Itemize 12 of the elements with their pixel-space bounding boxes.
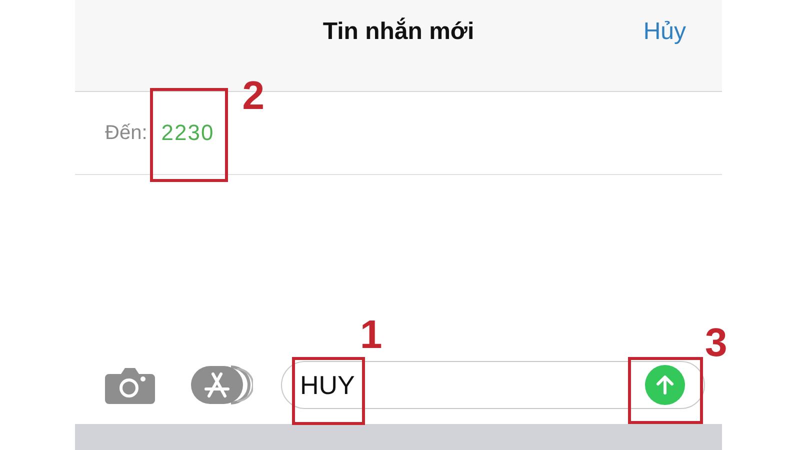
step-number: 2 [242,76,264,116]
send-button[interactable] [645,365,685,405]
message-field[interactable]: HUY [281,361,705,409]
app-store-icon[interactable] [191,365,253,405]
recipient-number[interactable]: 2230 [161,120,214,146]
to-label: Đến: [105,122,148,144]
step-number: 3 [705,323,728,363]
step-number: 1 [360,315,382,355]
camera-icon[interactable] [105,366,155,404]
cancel-button[interactable]: Hủy [643,18,686,46]
screen-title: Tin nhắn mới [322,18,474,46]
arrow-up-icon [654,374,676,396]
